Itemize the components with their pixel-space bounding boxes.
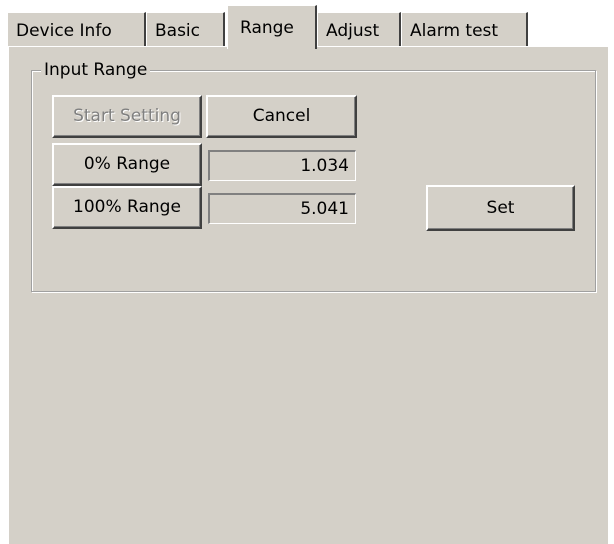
group-title: Input Range [41,59,151,81]
range-0-value: 1.034 [208,150,356,181]
cancel-button[interactable]: Cancel [206,95,357,138]
range-100-value: 5.041 [208,193,356,224]
input-range-group: Input Range Start Setting Cancel 0% Rang… [31,59,596,292]
range-0-button[interactable]: 0% Range [52,143,202,186]
tab-adjust[interactable]: Adjust [317,12,401,48]
tab-basic[interactable]: Basic [146,12,225,48]
range-100-button[interactable]: 100% Range [52,186,202,229]
tab-range[interactable]: Range [227,5,317,49]
set-button[interactable]: Set [426,185,575,231]
tab-label: Range [240,18,294,38]
range-tab-panel: Input Range Start Setting Cancel 0% Rang… [8,46,608,544]
tab-strip: Device Info Basic Range Adjust Alarm tes… [0,0,614,49]
start-setting-button[interactable]: Start Setting [52,95,202,138]
tab-label: Basic [155,21,201,41]
tab-label: Adjust [326,21,380,41]
tab-alarm-test[interactable]: Alarm test [401,12,528,48]
tab-label: Device Info [16,21,112,41]
tab-label: Alarm test [410,21,499,41]
tab-device-info[interactable]: Device Info [7,12,146,48]
